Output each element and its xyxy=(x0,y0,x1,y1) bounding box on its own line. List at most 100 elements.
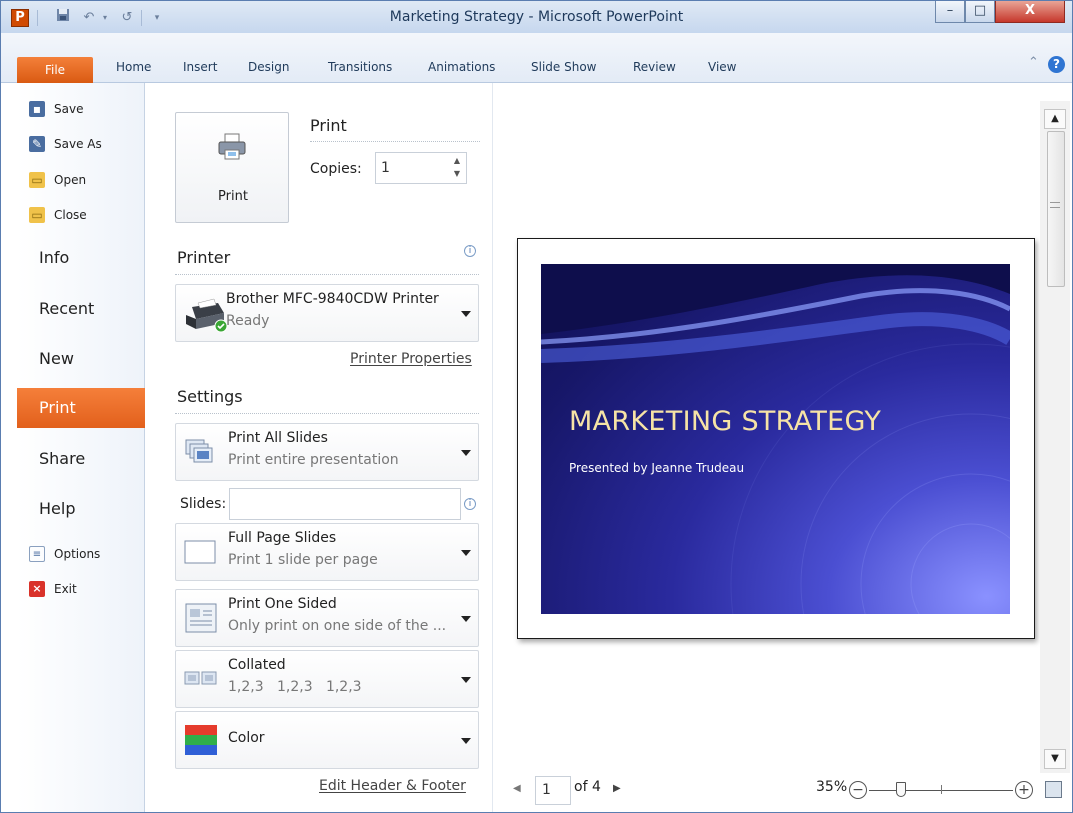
nav-print[interactable]: Print xyxy=(17,388,159,428)
info-icon[interactable]: i xyxy=(464,498,476,510)
divider xyxy=(310,141,480,142)
close-button[interactable]: X xyxy=(995,1,1065,23)
tab-slide-show[interactable]: Slide Show xyxy=(531,60,596,74)
nav-print-label: Print xyxy=(39,398,76,417)
save-command[interactable]: ▪ Save xyxy=(29,99,83,119)
one-sided-icon xyxy=(185,603,217,633)
open-label: Open xyxy=(54,173,87,187)
spin-down-icon[interactable]: ▼ xyxy=(454,169,460,178)
slides-input[interactable] xyxy=(229,488,461,520)
tab-file[interactable]: File xyxy=(17,57,93,83)
exit-label: Exit xyxy=(54,582,77,596)
ribbon-tab-bar: File Home Insert Design Transitions Anim… xyxy=(1,33,1072,83)
edit-header-footer-link[interactable]: Edit Header & Footer xyxy=(319,778,466,794)
collation-title: Collated xyxy=(228,657,286,673)
zoom-in-icon[interactable]: + xyxy=(1015,781,1033,799)
slide-thumbnail: MARKETING STRATEGY Presented by Jeanne T… xyxy=(541,264,1010,614)
close-command[interactable]: ▭ Close xyxy=(29,205,87,225)
spin-up-icon[interactable]: ▲ xyxy=(454,156,460,165)
previous-page-icon[interactable]: ◀ xyxy=(513,783,521,805)
layout-dropdown[interactable]: Full Page Slides Print 1 slide per page xyxy=(175,523,479,581)
powerpoint-window: P ↶ ▾ ↺ ▾ Marketing Strategy - Microsoft… xyxy=(0,0,1073,813)
tab-review[interactable]: Review xyxy=(633,60,676,74)
copies-label: Copies: xyxy=(310,161,362,177)
printer-dropdown[interactable]: Brother MFC-9840CDW Printer Ready xyxy=(175,284,479,342)
tab-view[interactable]: View xyxy=(708,60,736,74)
scroll-up-icon[interactable]: ▲ xyxy=(1044,109,1066,129)
tab-transitions[interactable]: Transitions xyxy=(328,60,392,74)
nav-share[interactable]: Share xyxy=(17,439,145,479)
print-button-label: Print xyxy=(218,189,248,204)
tab-home[interactable]: Home xyxy=(116,60,151,74)
color-dropdown[interactable]: Color xyxy=(175,711,479,769)
options-icon: ≡ xyxy=(29,546,45,562)
chevron-down-icon xyxy=(461,550,471,556)
zoom-level[interactable]: 35% xyxy=(816,779,847,795)
info-icon[interactable]: i xyxy=(464,245,476,257)
open-folder-icon: ▭ xyxy=(29,172,45,188)
chevron-down-icon xyxy=(461,677,471,683)
copies-stepper[interactable]: 1 ▲ ▼ xyxy=(375,152,467,184)
open-command[interactable]: ▭ Open xyxy=(29,170,86,190)
printer-device-icon xyxy=(186,298,228,333)
printer-heading: Printer xyxy=(177,248,231,267)
slide-subtitle: Presented by Jeanne Trudeau xyxy=(569,461,745,475)
layout-desc: Print 1 slide per page xyxy=(228,552,378,568)
options-command[interactable]: ≡ Options xyxy=(29,544,100,564)
save-as-label: Save As xyxy=(54,137,102,151)
scrollbar-thumb[interactable] xyxy=(1047,131,1065,287)
preview-page: MARKETING STRATEGY Presented by Jeanne T… xyxy=(517,238,1035,639)
exit-command[interactable]: × Exit xyxy=(29,579,77,599)
sides-desc: Only print on one side of the ... xyxy=(228,618,447,634)
divider xyxy=(175,413,479,414)
close-label: Close xyxy=(54,208,87,222)
window-title: Marketing Strategy - Microsoft PowerPoin… xyxy=(389,9,684,25)
chevron-down-icon xyxy=(461,738,471,744)
maximize-button[interactable]: □ xyxy=(965,1,995,23)
print-button[interactable]: Print xyxy=(175,112,289,223)
collation-dropdown[interactable]: Collated 1,2,3 1,2,3 1,2,3 xyxy=(175,650,479,708)
page-number-input[interactable]: 1 xyxy=(535,776,571,805)
chevron-down-icon xyxy=(461,450,471,456)
print-settings-panel: Print Print Copies: 1 ▲ ▼ Printer i Brot… xyxy=(146,83,493,812)
tab-design[interactable]: Design xyxy=(248,60,289,74)
tab-animations[interactable]: Animations xyxy=(428,60,495,74)
chevron-up-icon[interactable]: ⌃ xyxy=(1028,55,1039,70)
minimize-button[interactable]: – xyxy=(935,1,965,23)
slide-title: MARKETING STRATEGY xyxy=(569,406,882,437)
printer-properties-link[interactable]: Printer Properties xyxy=(350,351,472,367)
options-label: Options xyxy=(54,547,101,561)
tab-insert[interactable]: Insert xyxy=(183,60,217,74)
nav-info[interactable]: Info xyxy=(17,238,145,278)
exit-icon: × xyxy=(29,581,45,597)
print-range-dropdown[interactable]: Print All Slides Print entire presentati… xyxy=(175,423,479,481)
print-preview-area: MARKETING STRATEGY Presented by Jeanne T… xyxy=(494,83,1039,812)
zoom-to-page-icon[interactable] xyxy=(1045,781,1062,798)
nav-help[interactable]: Help xyxy=(17,489,145,529)
nav-recent[interactable]: Recent xyxy=(17,289,145,329)
save-as-icon: ✎ xyxy=(29,136,45,152)
nav-new[interactable]: New xyxy=(17,339,145,379)
title-bar: P ↶ ▾ ↺ ▾ Marketing Strategy - Microsoft… xyxy=(1,1,1072,33)
print-range-desc: Print entire presentation xyxy=(228,452,399,468)
slide-wave-background xyxy=(541,264,1010,614)
settings-heading: Settings xyxy=(177,387,243,406)
chevron-down-icon xyxy=(461,616,471,622)
next-page-icon[interactable]: ▶ xyxy=(613,783,621,805)
zoom-slider-center-tick xyxy=(941,785,942,794)
print-range-title: Print All Slides xyxy=(228,430,328,446)
zoom-slider-thumb[interactable] xyxy=(896,782,906,797)
save-label: Save xyxy=(54,102,84,116)
printer-status: Ready xyxy=(226,313,270,329)
help-icon[interactable]: ? xyxy=(1048,56,1065,73)
sides-title: Print One Sided xyxy=(228,596,337,612)
scroll-down-icon[interactable]: ▼ xyxy=(1044,749,1066,769)
layout-title: Full Page Slides xyxy=(228,530,337,546)
sides-dropdown[interactable]: Print One Sided Only print on one side o… xyxy=(175,589,479,647)
save-as-command[interactable]: ✎ Save As xyxy=(29,134,102,154)
close-folder-icon: ▭ xyxy=(29,207,45,223)
zoom-out-icon[interactable]: − xyxy=(849,781,867,799)
printer-name: Brother MFC-9840CDW Printer xyxy=(226,291,439,307)
color-title: Color xyxy=(228,730,265,746)
all-slides-icon xyxy=(185,439,213,463)
